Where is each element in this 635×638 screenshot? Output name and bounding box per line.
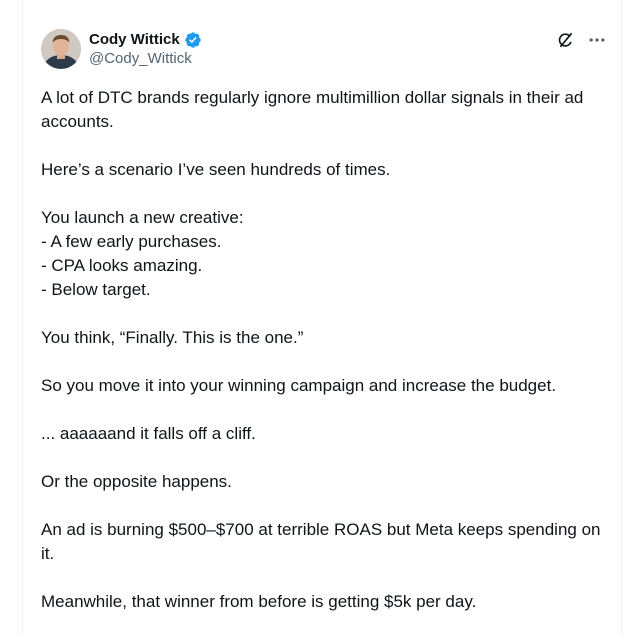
author-handle[interactable]: @Cody_Wittick: [89, 49, 202, 68]
tweet-paragraph: Here’s a scenario I’ve seen hundreds of …: [41, 160, 391, 179]
tweet-paragraph: Or the opposite happens.: [41, 472, 232, 491]
tweet-paragraph: So you move it into your winning campaig…: [41, 376, 557, 395]
tweet-paragraph: ... aaaaaand it falls off a cliff.: [41, 424, 256, 443]
avatar-image: [41, 29, 81, 69]
tweet-paragraph: A lot of DTC brands regularly ignore mul…: [41, 88, 584, 131]
tweet-paragraph: Meanwhile, that winner from before is ge…: [41, 592, 477, 611]
tweet-paragraph: You launch a new creative: - A few early…: [41, 208, 244, 299]
tweet-paragraph: An ad is burning $500–$700 at terrible R…: [41, 520, 601, 563]
tweet-text: A lot of DTC brands regularly ignore mul…: [41, 86, 606, 638]
tweet-card: Cody Wittick @Cody_Wittick A lot of DTC …: [22, 0, 622, 635]
post-actions: [555, 30, 607, 50]
tweet-paragraph: You think, “Finally. This is the one.”: [41, 328, 304, 347]
verified-badge-icon: [184, 31, 202, 49]
author-display-name[interactable]: Cody Wittick: [89, 30, 180, 49]
author-name-row: Cody Wittick: [89, 30, 202, 49]
avatar[interactable]: [41, 29, 81, 69]
author-block: Cody Wittick @Cody_Wittick: [89, 30, 202, 68]
more-icon[interactable]: [587, 30, 607, 50]
grok-icon[interactable]: [555, 30, 575, 50]
